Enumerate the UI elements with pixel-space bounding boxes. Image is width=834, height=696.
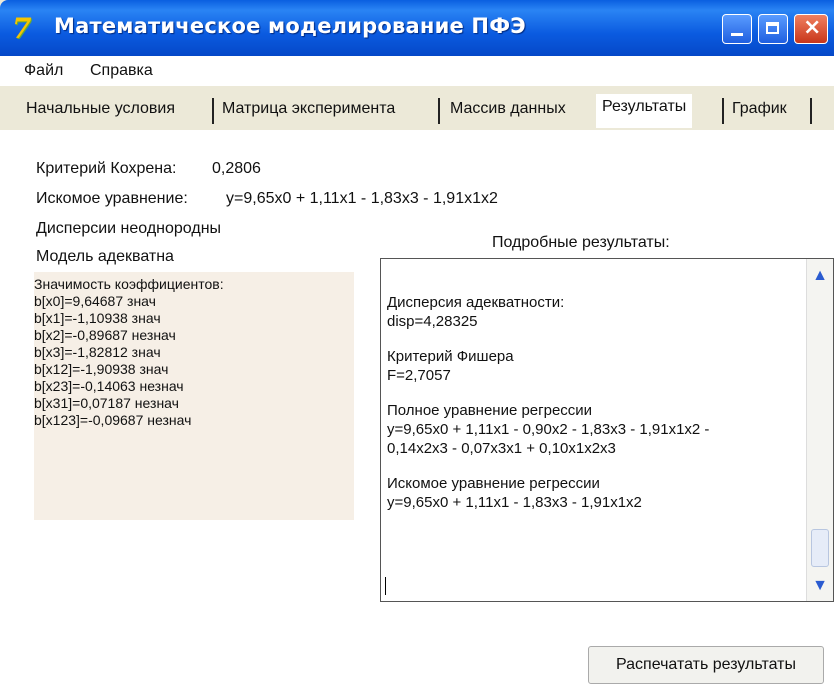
maximize-button[interactable] xyxy=(758,14,788,44)
close-button[interactable]: × xyxy=(794,14,828,44)
tab-graph[interactable]: График xyxy=(732,100,787,118)
details-content: Дисперсия адекватности: disp=4,28325 Кри… xyxy=(387,277,797,512)
scroll-thumb[interactable] xyxy=(811,529,829,567)
dispersion-status: Дисперсии неоднородны xyxy=(36,220,222,237)
adequacy-title: Дисперсия адекватности: xyxy=(387,294,565,311)
scroll-up-icon[interactable]: ▲ xyxy=(809,265,831,287)
minimize-button[interactable] xyxy=(722,14,752,44)
close-icon: × xyxy=(803,15,822,40)
tab-strip: Начальные условия Матрица эксперимента М… xyxy=(26,94,816,128)
coefficient-item: b[x31]=0,07187 незнач xyxy=(34,395,179,411)
fisher-title: Критерий Фишера xyxy=(387,348,514,365)
text-caret xyxy=(385,577,386,595)
scroll-down-icon[interactable]: ▼ xyxy=(809,575,831,597)
details-label: Подробные результаты: xyxy=(492,234,670,251)
fisher-value: F=2,7057 xyxy=(387,367,451,384)
coefficient-item: b[x23]=-0,14063 незнач xyxy=(34,378,184,394)
equation-label: Искомое уравнение: xyxy=(36,190,188,207)
sought-equation-title: Искомое уравнение регрессии xyxy=(387,475,600,492)
tab-separator xyxy=(810,98,812,124)
tab-separator xyxy=(438,98,440,124)
equation-value: y=9,65x0 + 1,11x1 - 1,83x3 - 1,91x1x2 xyxy=(226,190,498,207)
coefficient-item: b[x3]=-1,82812 знач xyxy=(34,344,161,360)
full-equation-line2: 0,14x2x3 - 0,07x3x1 + 0,10x1x2x3 xyxy=(387,440,616,457)
coefficient-item: b[x123]=-0,09687 незнач xyxy=(34,412,192,428)
window-title: Математическое моделирование ПФЭ xyxy=(54,14,526,38)
coefficient-item: b[x1]=-1,10938 знач xyxy=(34,310,161,326)
significance-panel: Значимость коэффициентов: b[x0]=9,64687 … xyxy=(34,272,354,520)
adequacy-value: disp=4,28325 xyxy=(387,313,478,330)
title-bar[interactable]: 7 Математическое моделирование ПФЭ × xyxy=(0,0,834,56)
coefficient-item: b[x12]=-1,90938 знач xyxy=(34,361,169,377)
menu-file[interactable]: Файл xyxy=(24,62,63,80)
model-status: Модель адекватна xyxy=(36,248,174,265)
tab-experiment-matrix[interactable]: Матрица эксперимента xyxy=(222,100,395,118)
tab-results[interactable]: Результаты xyxy=(596,94,693,128)
full-equation-title: Полное уравнение регрессии xyxy=(387,402,593,419)
details-textarea[interactable]: Дисперсия адекватности: disp=4,28325 Кри… xyxy=(380,258,834,602)
print-results-button[interactable]: Распечатать результаты xyxy=(588,646,824,684)
cochran-label: Критерий Кохрена: xyxy=(36,160,177,177)
tab-separator xyxy=(722,98,724,124)
tab-initial-conditions[interactable]: Начальные условия xyxy=(26,100,175,118)
menu-bar: Файл Справка xyxy=(0,56,834,86)
significance-header: Значимость коэффициентов: xyxy=(34,276,224,292)
tab-data-array[interactable]: Массив данных xyxy=(450,100,566,118)
cochran-value: 0,2806 xyxy=(212,160,261,177)
app-logo-icon[interactable]: 7 xyxy=(12,12,46,46)
app-window: 7 Математическое моделирование ПФЭ × Фай… xyxy=(0,0,834,696)
full-equation-line1: y=9,65x0 + 1,11x1 - 0,90x2 - 1,83x3 - 1,… xyxy=(387,421,710,438)
vertical-scrollbar[interactable]: ▲ ▼ xyxy=(806,259,833,601)
tab-separator xyxy=(212,98,214,124)
menu-help[interactable]: Справка xyxy=(90,62,153,80)
coefficient-item: b[x2]=-0,89687 незнач xyxy=(34,327,176,343)
sought-equation-value: y=9,65x0 + 1,11x1 - 1,83x3 - 1,91x1x2 xyxy=(387,494,642,511)
coefficient-item: b[x0]=9,64687 знач xyxy=(34,293,156,309)
